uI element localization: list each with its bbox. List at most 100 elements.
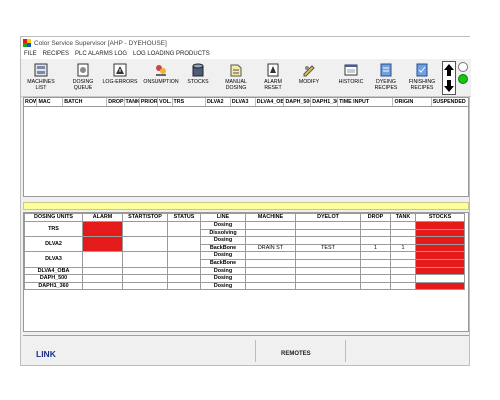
- line-cell: BackBone: [200, 243, 246, 253]
- finishing-recipes-icon: [416, 63, 428, 77]
- table-row[interactable]: DAPH_500 Dosing: [24, 274, 465, 283]
- col-dlva4-oba[interactable]: DLVA4_OBA: [256, 98, 285, 106]
- col-trs[interactable]: TRS: [173, 98, 206, 106]
- alarm-cell[interactable]: [82, 274, 123, 283]
- alarm-cell[interactable]: [82, 220, 123, 238]
- stocks-button[interactable]: STOCKS: [183, 62, 213, 94]
- notice-bar: [23, 202, 469, 210]
- menu-file[interactable]: FILE: [24, 51, 37, 57]
- machine-cell: [245, 236, 296, 245]
- start-stop-cell[interactable]: [122, 266, 168, 276]
- tank-cell: 1: [390, 243, 416, 253]
- toolbar: MACHINES LIST DOSING QUEUE LOG-ERRORS ON…: [21, 59, 471, 97]
- col-suspended[interactable]: SUSPENDED: [432, 98, 468, 106]
- table-row[interactable]: DLVA4_OBA Dosing: [24, 266, 465, 276]
- col-line[interactable]: LINE: [200, 213, 246, 222]
- col-status[interactable]: STATUS: [167, 213, 201, 222]
- col-mac[interactable]: MAC: [37, 98, 64, 106]
- unit-name: DLVA2: [24, 236, 83, 253]
- alarm-cell[interactable]: [82, 251, 123, 268]
- menu-log-loading-products[interactable]: LOG LOADING PRODUCTS: [133, 51, 210, 57]
- tank-cell: [390, 266, 416, 276]
- col-drop[interactable]: DROP: [360, 213, 391, 222]
- dyelot-cell: [295, 281, 361, 291]
- start-stop-cell[interactable]: [122, 220, 168, 238]
- col-vol[interactable]: VOL.: [158, 98, 173, 106]
- drop-cell: [360, 228, 391, 238]
- menu-recipes[interactable]: RECIPES: [43, 51, 69, 57]
- arrow-up-icon[interactable]: [444, 64, 454, 76]
- col-batch[interactable]: BATCH: [63, 98, 108, 106]
- historic-label: HISTORIC: [338, 79, 364, 85]
- arrow-down-icon[interactable]: [444, 80, 454, 92]
- col-dyelot[interactable]: DYELOT: [295, 213, 361, 222]
- table-row[interactable]: DLVA2 Dosing: [24, 236, 465, 253]
- start-stop-cell[interactable]: [122, 281, 168, 291]
- col-machine[interactable]: MACHINE: [245, 213, 296, 222]
- dosing-queue-button[interactable]: DOSING QUEUE: [66, 62, 100, 94]
- stock-level: [415, 251, 465, 260]
- stock-level: [415, 236, 465, 245]
- alarm-cell[interactable]: [82, 236, 123, 253]
- log-errors-button[interactable]: LOG-ERRORS: [101, 62, 139, 94]
- historic-icon: [344, 64, 358, 76]
- warning-icon: [113, 63, 127, 77]
- dyeing-recipes-button[interactable]: DYEING RECIPES: [371, 62, 401, 94]
- drop-cell: [360, 236, 391, 245]
- start-stop-cell[interactable]: [122, 274, 168, 283]
- unit-name: DAPH_500: [24, 274, 83, 283]
- col-row[interactable]: ROW: [24, 98, 38, 106]
- line-cell: Dosing: [200, 266, 246, 276]
- alarm-cell[interactable]: [82, 266, 123, 276]
- col-dlva3[interactable]: DLVA3: [231, 98, 256, 106]
- table-row[interactable]: DAPH1_360 Dosing: [24, 281, 465, 291]
- start-stop-cell[interactable]: [122, 236, 168, 253]
- alarm-reset-button[interactable]: ALARM RESET: [257, 62, 289, 94]
- col-drop[interactable]: DROP: [107, 98, 125, 106]
- col-time-input[interactable]: TIME INPUT: [338, 98, 394, 106]
- status-lights: [458, 62, 469, 84]
- status-cell: [167, 220, 201, 238]
- table-row[interactable]: TRS Dosing: [24, 220, 465, 238]
- col-origin[interactable]: ORIGIN: [393, 98, 432, 106]
- line-cell: BackBone: [200, 258, 246, 268]
- manual-dosing-button[interactable]: MANUAL DOSING: [219, 62, 253, 94]
- alarm-reset-icon: [267, 63, 279, 77]
- stock-level: [415, 281, 465, 291]
- dyelot-cell: [295, 236, 361, 245]
- stock-level: [415, 274, 465, 283]
- col-alarm[interactable]: ALARM: [82, 213, 123, 222]
- col-stocks[interactable]: STOCKS: [415, 213, 465, 222]
- finishing-recipes-button[interactable]: FINISHING RECIPES: [404, 62, 440, 94]
- col-prior[interactable]: PRIOR.: [140, 98, 159, 106]
- line-cell: Dosing: [200, 221, 246, 230]
- col-start-stop[interactable]: START/STOP: [122, 213, 168, 222]
- machine-cell: [245, 258, 296, 268]
- historic-button[interactable]: HISTORIC: [333, 62, 369, 94]
- dyelot-cell: [295, 251, 361, 260]
- remotes-status: REMOTES: [281, 351, 311, 357]
- status-cell: [167, 236, 201, 253]
- col-daph1-360[interactable]: DAPH1_360: [311, 98, 339, 106]
- alarm-cell[interactable]: [82, 281, 123, 291]
- drop-cell: [360, 251, 391, 260]
- consumption-button[interactable]: ONSUMPTION: [141, 62, 181, 94]
- modify-button[interactable]: MODIFY: [293, 62, 325, 94]
- machines-list-button[interactable]: MACHINES LIST: [24, 62, 58, 94]
- manual-dosing-icon: [230, 64, 242, 77]
- queue-header-row: ROW MAC BATCH DROP TANK PRIOR. VOL. TRS …: [24, 98, 468, 107]
- table-row[interactable]: DLVA3 Dosing: [24, 251, 465, 268]
- col-daph-500[interactable]: DAPH_500: [284, 98, 312, 106]
- col-tank[interactable]: TANK: [125, 98, 140, 106]
- finishing-recipes-label: FINISHING RECIPES: [408, 79, 436, 91]
- machine-cell: [245, 266, 296, 276]
- col-tank[interactable]: TANK: [390, 213, 416, 222]
- col-dosing-units[interactable]: DOSING UNITS: [24, 213, 83, 222]
- app-window: Color Service Supervisor [AHP - DYEHOUSE…: [20, 36, 471, 366]
- drop-cell: [360, 221, 391, 230]
- dyelot-cell: [295, 258, 361, 268]
- menu-plc-alarms-log[interactable]: PLC ALARMS LOG: [75, 51, 127, 57]
- start-stop-cell[interactable]: [122, 251, 168, 268]
- stock-level: [415, 228, 465, 238]
- col-dlva2[interactable]: DLVA2: [206, 98, 231, 106]
